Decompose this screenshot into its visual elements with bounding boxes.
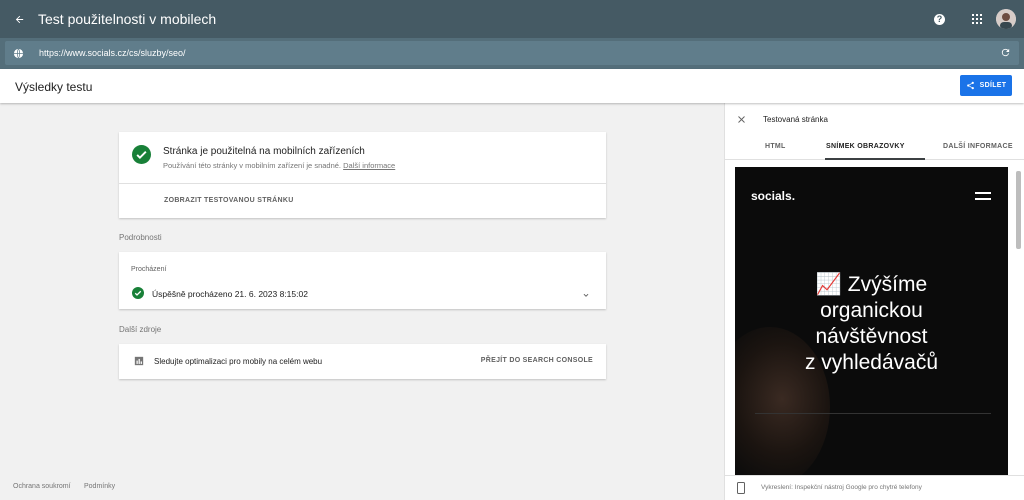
tab-more-info[interactable]: DALŠÍ INFORMACE — [943, 143, 1013, 150]
app-bar: Test použitelnosti v mobilech ? — [0, 0, 1024, 38]
learn-more-link[interactable]: Další informace — [343, 161, 395, 170]
scrollbar-thumb[interactable] — [1016, 171, 1021, 249]
share-label: SDÍLET — [979, 82, 1007, 89]
headline-line: 📈 Zvýšíme — [815, 273, 928, 296]
check-circle-icon — [132, 287, 144, 299]
headline-line: z vyhledávačů — [804, 351, 939, 374]
privacy-link[interactable]: Ochrana soukromí — [13, 483, 71, 490]
bar-chart-icon — [134, 356, 144, 366]
tab-screenshot[interactable]: SNÍMEK OBRAZOVKY — [826, 143, 905, 150]
status-subtext-text: Používání této stránky v mobilním zaříze… — [163, 161, 342, 170]
arrow-back-icon — [15, 15, 23, 23]
status-headline: Stránka je použitelná na mobilních zaříz… — [163, 146, 365, 157]
avatar[interactable] — [996, 9, 1016, 29]
check-circle-icon — [132, 145, 151, 164]
url-text[interactable]: https://www.socials.cz/cs/sluzby/seo/ — [39, 48, 186, 58]
headline-line: organickou — [820, 299, 923, 322]
site-logo: socials. — [751, 189, 796, 203]
panel-tabs: HTML SNÍMEK OBRAZOVKY DALŠÍ INFORMACE — [725, 135, 1024, 160]
share-button[interactable]: SDÍLET — [960, 75, 1012, 96]
crawl-status: Úspěšně procházeno 21. 6. 2023 8:15:02 — [152, 289, 308, 299]
status-subtext: Používání této stránky v mobilním zaříze… — [163, 161, 395, 170]
reload-icon[interactable] — [1000, 47, 1011, 58]
help-icon[interactable]: ? — [934, 13, 945, 25]
render-info: Vykreslení: Inspekční nástroj Google pro… — [761, 484, 922, 491]
results-title: Výsledky testu — [15, 80, 93, 94]
search-console-button[interactable]: PŘEJÍT DO SEARCH CONSOLE — [481, 357, 593, 364]
active-tab-indicator — [825, 158, 925, 160]
back-button[interactable] — [0, 0, 38, 38]
url-bar: https://www.socials.cz/cs/sluzby/seo/ — [0, 38, 1024, 69]
divider — [119, 183, 606, 184]
chevron-down-icon[interactable] — [581, 290, 591, 300]
apps-grid-icon[interactable] — [972, 14, 982, 24]
panel-footer: Vykreslení: Inspekční nástroj Google pro… — [725, 475, 1024, 500]
share-icon — [966, 81, 974, 90]
resources-card: Sledujte optimalizaci pro mobily na celé… — [119, 344, 606, 379]
results-header: Výsledky testu SDÍLET — [0, 69, 1024, 103]
smartphone-icon — [737, 482, 745, 494]
resources-text: Sledujte optimalizaci pro mobily na celé… — [154, 357, 323, 366]
panel-scrollbar[interactable] — [1016, 171, 1021, 471]
terms-link[interactable]: Podmínky — [84, 483, 115, 490]
view-tested-page-button[interactable]: ZOBRAZIT TESTOVANOU STRÁNKU — [164, 197, 294, 204]
url-box[interactable]: https://www.socials.cz/cs/sluzby/seo/ — [5, 41, 1019, 65]
globe-icon — [13, 48, 24, 58]
status-card: Stránka je použitelná na mobilních zaříz… — [119, 132, 606, 218]
panel-title: Testovaná stránka — [763, 115, 828, 124]
divider-line — [755, 413, 991, 414]
tab-html[interactable]: HTML — [765, 143, 786, 150]
page-screenshot: socials. 📈 Zvýšíme organickou návštěvnos… — [735, 167, 1008, 477]
close-icon[interactable] — [737, 115, 746, 124]
crawl-card[interactable]: Procházení Úspěšně procházeno 21. 6. 202… — [119, 252, 606, 309]
resources-label: Další zdroje — [119, 325, 162, 334]
details-label: Podrobnosti — [119, 233, 162, 242]
screenshot-headline: 📈 Zvýšíme organickou návštěvnost z vyhle… — [735, 272, 1008, 376]
headline-line: návštěvnost — [815, 325, 928, 348]
crawl-label: Procházení — [131, 266, 167, 273]
app-title: Test použitelnosti v mobilech — [38, 11, 217, 27]
tested-page-panel: Testovaná stránka HTML SNÍMEK OBRAZOVKY … — [724, 103, 1024, 500]
hamburger-menu-icon — [975, 192, 991, 204]
